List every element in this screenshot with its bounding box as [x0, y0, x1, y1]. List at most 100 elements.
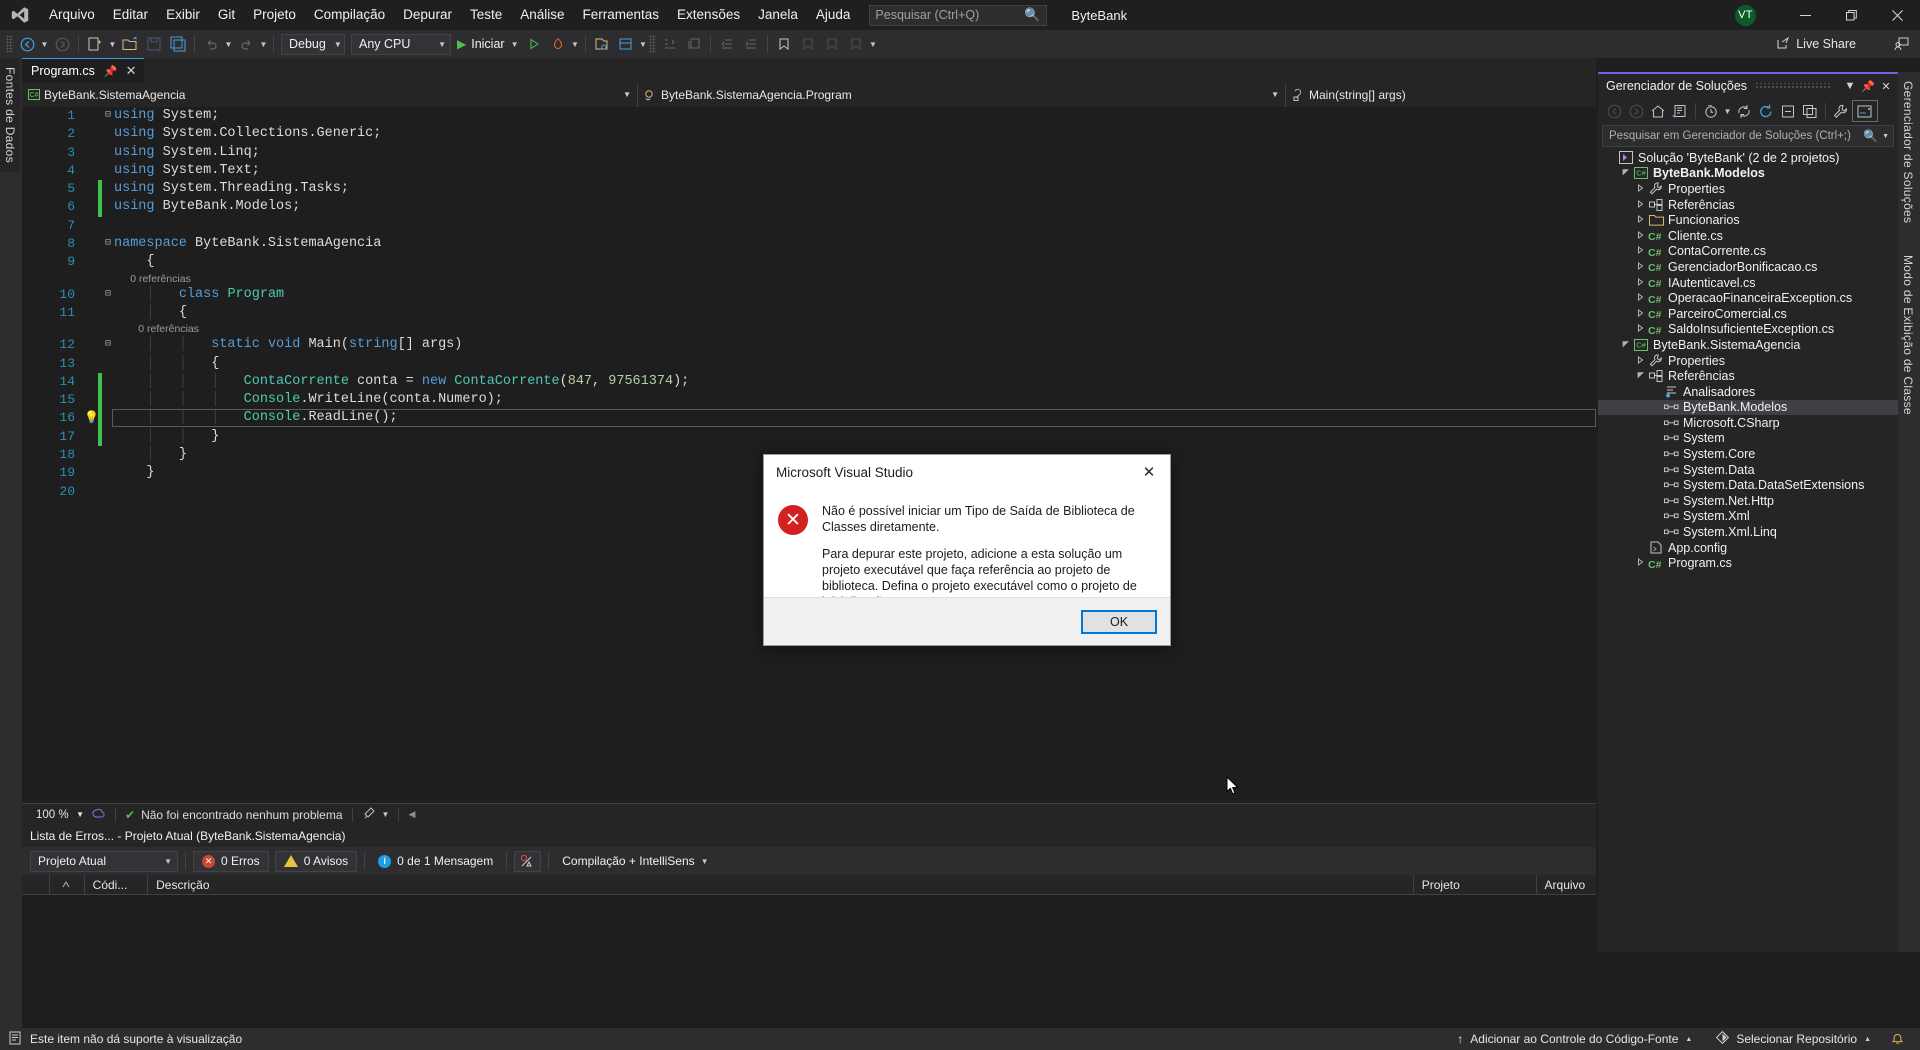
chevron-down-icon[interactable]: ▼: [1722, 107, 1733, 116]
solution-tree-item[interactable]: System.Xml.Linq: [1598, 524, 1898, 540]
navbar-type-combo[interactable]: ByteBank.SistemaAgencia.Program ▼: [638, 82, 1286, 107]
close-icon[interactable]: ✕: [126, 63, 137, 79]
solution-tree-item[interactable]: ByteBank.Modelos: [1598, 399, 1898, 416]
start-debug-button[interactable]: ▶ Iniciar ▼: [454, 37, 522, 51]
menu-git[interactable]: Git: [209, 0, 244, 30]
sync-icon[interactable]: [1755, 100, 1777, 122]
indent-block-icon[interactable]: [658, 33, 682, 55]
code-line[interactable]: 15 │ │ │ Console.WriteLine(conta.Numero)…: [22, 391, 1596, 410]
build-filter-combo[interactable]: Compilação + IntelliSens ▼: [556, 854, 714, 868]
solution-tree-item[interactable]: System.Core: [1598, 446, 1898, 462]
search-input[interactable]: [875, 8, 1031, 22]
configuration-combo[interactable]: Debug ▼: [281, 33, 345, 55]
bookmark-icon[interactable]: [772, 33, 796, 55]
menu-extensoes[interactable]: Extensões: [668, 0, 749, 30]
back-dropdown-icon[interactable]: ▼: [39, 40, 50, 49]
preview-selected-icon[interactable]: [1852, 100, 1878, 122]
solution-tree-item[interactable]: Referências: [1598, 368, 1898, 384]
solution-tree-item[interactable]: Microsoft.CSharp: [1598, 415, 1898, 431]
code-reference-hint[interactable]: 0 referências: [22, 322, 1596, 336]
play-outline-icon[interactable]: [522, 33, 546, 55]
new-project-icon[interactable]: [83, 33, 107, 55]
properties-wrench-icon[interactable]: [1830, 100, 1852, 122]
fold-toggle-icon[interactable]: ⊟: [102, 235, 114, 253]
collapse-left-icon[interactable]: ◀: [408, 809, 415, 820]
fold-toggle-icon[interactable]: ⊟: [102, 286, 114, 304]
error-column-icon[interactable]: [22, 874, 50, 895]
expander-closed-icon[interactable]: [1634, 558, 1647, 568]
preview-changes-icon[interactable]: [590, 33, 614, 55]
error-filter-button[interactable]: [514, 850, 542, 872]
live-share-button[interactable]: Live Share: [1776, 30, 1856, 58]
menu-projeto[interactable]: Projeto: [244, 0, 305, 30]
solution-tree[interactable]: Solução 'ByteBank' (2 de 2 projetos) C# By…: [1598, 150, 1898, 571]
error-scope-combo[interactable]: Projeto Atual ▼: [30, 850, 178, 872]
code-line[interactable]: 7: [22, 217, 1596, 235]
code-line[interactable]: 14 │ │ │ ContaCorrente conta = new Conta…: [22, 372, 1596, 392]
platform-combo[interactable]: Any CPU ▼: [351, 33, 451, 55]
code-line[interactable]: 8 ⊟ namespace ByteBank.SistemaAgencia: [22, 235, 1596, 253]
menu-analise[interactable]: Análise: [511, 0, 573, 30]
solution-tree-item[interactable]: System.Xml: [1598, 509, 1898, 525]
code-line[interactable]: 12 ⊟ │ │ static void Main(string[] args): [22, 336, 1596, 354]
solution-tree-item[interactable]: C# Program.cs: [1598, 555, 1898, 571]
toolbar-overflow-icon[interactable]: ▼: [868, 40, 879, 49]
show-all-files-icon[interactable]: [1799, 100, 1821, 122]
menu-ferramentas[interactable]: Ferramentas: [574, 0, 669, 30]
solution-tree-item[interactable]: C# ByteBank.SistemaAgencia: [1598, 337, 1898, 353]
code-line[interactable]: 1 ⊟ using System;: [22, 107, 1596, 125]
next-bookmark-icon[interactable]: [820, 33, 844, 55]
code-line[interactable]: 6 using ByteBank.Modelos;: [22, 198, 1596, 217]
live-share-user-icon[interactable]: [1894, 30, 1910, 58]
menu-depurar[interactable]: Depurar: [394, 0, 461, 30]
pin-icon[interactable]: 📌: [1860, 80, 1876, 93]
decrease-indent-icon[interactable]: [715, 33, 739, 55]
error-list-body[interactable]: [22, 895, 1596, 1030]
navigate-forward-icon[interactable]: [50, 33, 74, 55]
code-line[interactable]: 2 using System.Collections.Generic;: [22, 125, 1596, 143]
zoom-level-selector[interactable]: 100 % ▼: [30, 804, 88, 825]
expander-closed-icon[interactable]: [1634, 277, 1647, 288]
save-all-icon[interactable]: [166, 33, 190, 55]
warnings-filter-button[interactable]: 0 Avisos: [274, 850, 358, 872]
solution-tree-item[interactable]: C# SaldoInsuficienteException.cs: [1598, 322, 1898, 338]
clear-bookmarks-icon[interactable]: [844, 33, 868, 55]
redo-icon[interactable]: [234, 33, 258, 55]
undo-icon[interactable]: [199, 33, 223, 55]
pin-icon[interactable]: 📌: [104, 65, 118, 78]
code-line[interactable]: 4 using System.Text;: [22, 162, 1596, 180]
navbar-member-combo[interactable]: Main(string[] args): [1286, 82, 1596, 107]
global-search-box[interactable]: 🔍: [869, 4, 1048, 26]
menu-exibir[interactable]: Exibir: [157, 0, 209, 30]
close-icon[interactable]: ✕: [1878, 80, 1894, 93]
solution-tree-item[interactable]: C# ContaCorrente.cs: [1598, 244, 1898, 260]
menu-editar[interactable]: Editar: [104, 0, 157, 30]
code-line[interactable]: 16 💡 │ │ │ Console.ReadLine();: [22, 409, 1596, 428]
solution-tree-item[interactable]: C# OperacaoFinanceiraException.cs: [1598, 290, 1898, 306]
solution-tree-item[interactable]: System: [1598, 431, 1898, 447]
solution-search-box[interactable]: Pesquisar em Gerenciador de Soluções (Ct…: [1602, 125, 1894, 147]
hot-reload-icon[interactable]: [546, 33, 570, 55]
avatar[interactable]: VT: [1735, 4, 1756, 26]
expander-closed-icon[interactable]: [1634, 324, 1647, 334]
expander-closed-icon[interactable]: [1634, 261, 1647, 272]
error-column-arquivo[interactable]: Arquivo: [1537, 875, 1597, 895]
window-layout-icon[interactable]: [614, 33, 638, 55]
navbar-project-combo[interactable]: C# ByteBank.SistemaAgencia ▼: [22, 82, 638, 107]
redo-dropdown-icon[interactable]: ▼: [258, 40, 269, 49]
error-column-sort[interactable]: [50, 874, 85, 895]
error-column-descricao[interactable]: Descrição: [148, 874, 1414, 895]
refresh-icon[interactable]: [1733, 100, 1755, 122]
fold-toggle-icon[interactable]: ⊟: [102, 336, 114, 354]
expander-closed-icon[interactable]: [1634, 215, 1647, 225]
menu-compilacao[interactable]: Compilação: [305, 0, 394, 30]
messages-filter-button[interactable]: i 0 de 1 Mensagem: [372, 854, 499, 868]
code-line[interactable]: 11 │ {: [22, 304, 1596, 322]
solution-tree-item[interactable]: i Analisadores: [1598, 384, 1898, 400]
restore-icon[interactable]: [1828, 0, 1874, 30]
errors-filter-button[interactable]: ✕ 0 Erros: [193, 850, 269, 872]
expander-open-icon[interactable]: [1619, 340, 1632, 350]
solution-views-icon[interactable]: [1669, 100, 1691, 122]
back-icon[interactable]: [1603, 100, 1625, 122]
intellicode-icon[interactable]: [92, 806, 106, 823]
